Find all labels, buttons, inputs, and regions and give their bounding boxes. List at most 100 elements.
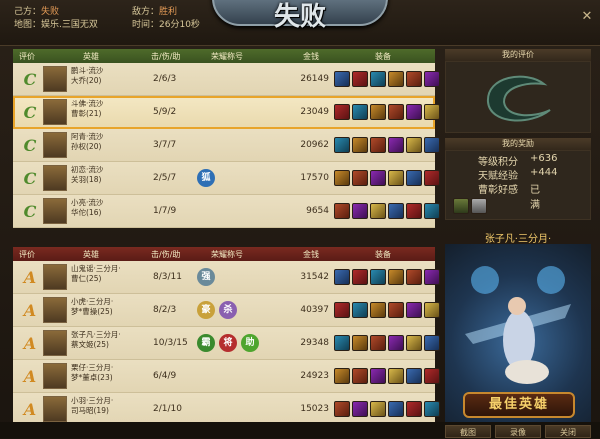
equipment-item-icon[interactable]: [424, 269, 440, 285]
hero-portrait[interactable]: [43, 297, 67, 323]
equipment-item-icon[interactable]: [370, 401, 386, 417]
equipment-item-icon[interactable]: [370, 302, 386, 318]
player-row[interactable]: A 栗仔·三分月· 梦*董卓(23) 6/4/9 24923: [13, 360, 440, 393]
equipment-item-icon[interactable]: [424, 71, 440, 87]
equipment-item-icon[interactable]: [352, 137, 368, 153]
hero-portrait[interactable]: [43, 363, 67, 389]
honor-badge-icon[interactable]: 杀: [219, 301, 237, 319]
honor-badge-icon[interactable]: 将: [219, 334, 237, 352]
equipment-item-icon[interactable]: [388, 269, 404, 285]
hero-portrait[interactable]: [43, 165, 67, 191]
equipment-item-icon[interactable]: [406, 401, 422, 417]
close-icon[interactable]: ✕: [580, 10, 594, 24]
equipment-item-icon[interactable]: [406, 137, 422, 153]
gold-value: 20962: [300, 140, 329, 150]
hero-portrait[interactable]: [43, 99, 67, 125]
equipment-item-icon[interactable]: [334, 401, 350, 417]
equipment-item-icon[interactable]: [352, 302, 368, 318]
screenshot-button[interactable]: 截图: [445, 425, 491, 438]
equipment-item-icon[interactable]: [388, 335, 404, 351]
equipment-item-icon[interactable]: [388, 137, 404, 153]
honor-badge-icon[interactable]: 霸: [197, 334, 215, 352]
equipment-item-icon[interactable]: [370, 269, 386, 285]
equipment-item-icon[interactable]: [352, 170, 368, 186]
equipment-item-icon[interactable]: [352, 269, 368, 285]
equipment-item-icon[interactable]: [334, 71, 350, 87]
equipment-item-icon[interactable]: [352, 71, 368, 87]
equipment-item-icon[interactable]: [388, 71, 404, 87]
equipment-item-icon[interactable]: [406, 269, 422, 285]
equipment-item-icon[interactable]: [334, 170, 350, 186]
hero-portrait[interactable]: [43, 330, 67, 356]
player-row[interactable]: C 阿青·流沙 孙权(20) 3/7/7 20962: [13, 129, 440, 162]
equipment-item-icon[interactable]: [424, 302, 440, 318]
equipment-item-icon[interactable]: [424, 137, 440, 153]
equipment-item-icon[interactable]: [406, 170, 422, 186]
equipment-item-icon[interactable]: [352, 401, 368, 417]
equipment-item-icon[interactable]: [388, 401, 404, 417]
player-row[interactable]: A 小虎·三分月· 梦*曹操(25) 8/2/3 豪杀 40397: [13, 294, 440, 327]
equipment-item-icon[interactable]: [388, 170, 404, 186]
equipment-item-icon[interactable]: [334, 335, 350, 351]
player-row[interactable]: A 山鬼谣·三分月· 曹仁(25) 8/3/11 强 31542: [13, 261, 440, 294]
rating-c-icon: [486, 75, 551, 122]
equipment-item-icon[interactable]: [424, 203, 440, 219]
equipment-item-icon[interactable]: [334, 368, 350, 384]
close-button[interactable]: 关闭: [545, 425, 591, 438]
equipment-item-icon[interactable]: [334, 104, 350, 120]
equipment-item-icon[interactable]: [424, 368, 440, 384]
equipment-item-icon[interactable]: [406, 302, 422, 318]
hero-portrait[interactable]: [43, 396, 67, 422]
equipment-item-icon[interactable]: [388, 104, 404, 120]
equipment-item-icon[interactable]: [334, 302, 350, 318]
equipment-item-icon[interactable]: [370, 104, 386, 120]
equipment-item-icon[interactable]: [388, 368, 404, 384]
equipment-item-icon[interactable]: [334, 203, 350, 219]
equipment-item-icon[interactable]: [424, 335, 440, 351]
equipment-item-icon[interactable]: [334, 269, 350, 285]
equipment-item-icon[interactable]: [406, 368, 422, 384]
equipment-item-icon[interactable]: [370, 368, 386, 384]
equipment-item-icon[interactable]: [370, 335, 386, 351]
equipment-item-icon[interactable]: [370, 137, 386, 153]
honor-badge-icon[interactable]: 强: [197, 268, 215, 286]
reward-favor: 曹彰好感 已满: [478, 181, 540, 211]
player-name: 初恋·流沙 关羽(18): [71, 165, 103, 185]
equipment-item-icon[interactable]: [370, 71, 386, 87]
honor-badge-icon[interactable]: 助: [241, 334, 259, 352]
reward-item-icon[interactable]: [471, 198, 487, 214]
equipment-item-icon[interactable]: [388, 203, 404, 219]
equipment-item-icon[interactable]: [334, 137, 350, 153]
equipment-item-icon[interactable]: [424, 401, 440, 417]
player-row[interactable]: C 小亮·流沙 华佗(16) 1/7/9 9654: [13, 195, 440, 228]
equipment-item-icon[interactable]: [352, 203, 368, 219]
equipment-item-icon[interactable]: [406, 71, 422, 87]
equipment-item-icon[interactable]: [352, 104, 368, 120]
honor-badge-icon[interactable]: 狐: [197, 169, 215, 187]
equipment-item-icon[interactable]: [352, 368, 368, 384]
equipment-item-icon[interactable]: [424, 104, 440, 120]
equipment-item-icon[interactable]: [406, 335, 422, 351]
honor-badge-icon[interactable]: 豪: [197, 301, 215, 319]
own-side-label: 己方：: [14, 7, 42, 17]
gold-value: 29348: [300, 338, 329, 348]
player-row[interactable]: C 斗佛·流沙 曹彰(21) 5/9/2 23049: [13, 96, 440, 129]
hero-portrait[interactable]: [43, 66, 67, 92]
player-nickname: 初恋·流沙: [71, 165, 104, 174]
equipment-item-icon[interactable]: [406, 104, 422, 120]
equipment-item-icon[interactable]: [388, 302, 404, 318]
player-row[interactable]: A 张子凡·三分月· 蔡文姬(25) 10/3/15 霸将助 29348: [13, 327, 440, 360]
hero-portrait[interactable]: [43, 132, 67, 158]
hero-portrait[interactable]: [43, 198, 67, 224]
equipment-item-icon[interactable]: [406, 203, 422, 219]
replay-button[interactable]: 录像: [495, 425, 541, 438]
equipment-item-icon[interactable]: [352, 335, 368, 351]
equipment-item-icon[interactable]: [370, 170, 386, 186]
reward-item-icon[interactable]: [453, 198, 469, 214]
equipment-item-icon[interactable]: [370, 203, 386, 219]
player-row[interactable]: C 鹏斗·流沙 大乔(20) 2/6/3 26149: [13, 63, 440, 96]
hero-portrait[interactable]: [43, 264, 67, 290]
player-row[interactable]: C 初恋·流沙 关羽(18) 2/5/7 狐 17570: [13, 162, 440, 195]
equipment-item-icon[interactable]: [424, 170, 440, 186]
rank-grade: A: [23, 268, 37, 287]
